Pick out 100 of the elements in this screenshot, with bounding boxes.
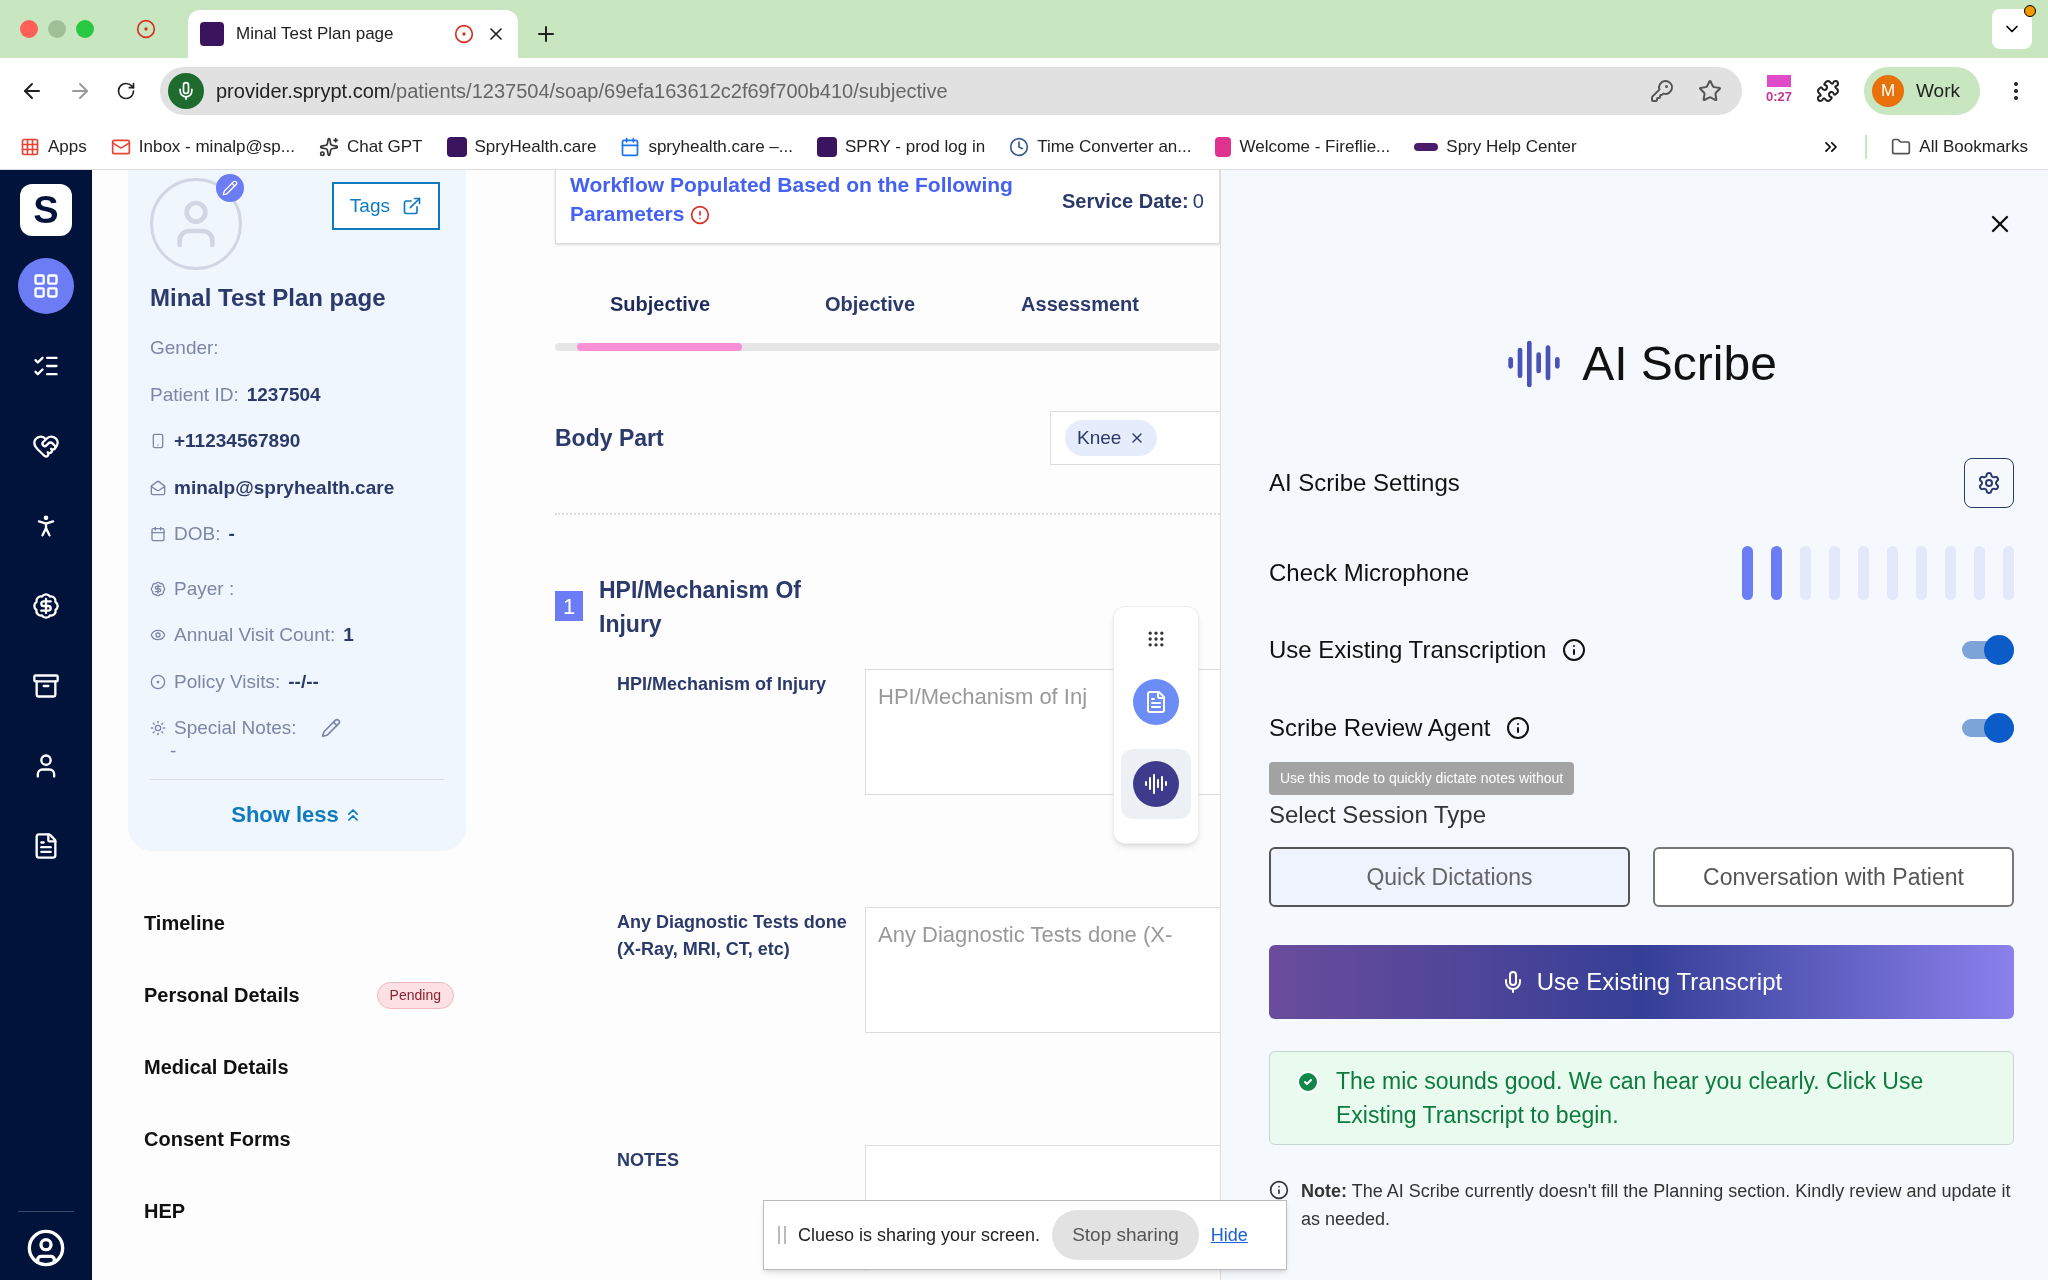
info-icon[interactable]: [1562, 638, 1587, 662]
grid-icon: [32, 272, 60, 300]
nav-link[interactable]: Timeline: [144, 908, 225, 938]
address-bar[interactable]: provider.sprypt.com/patients/1237504/soap/69efa163612c2f69f700b410/subjective: [160, 67, 1742, 115]
toggle-label: Use Existing Transcription: [1269, 635, 1547, 665]
show-less-link[interactable]: Show less: [231, 798, 363, 831]
star-icon[interactable]: [1698, 79, 1722, 103]
note-text: Note: The AI Scribe currently doesn't fill the Planning section. Kindly review and update it as needed.: [1301, 1180, 2012, 1231]
toggle-label: Scribe Review Agent: [1269, 713, 1491, 743]
session-type-label: Select Session Type: [1269, 800, 1488, 830]
visit-count: 1: [343, 623, 354, 647]
stop-sharing-button[interactable]: Stop sharing: [1052, 1210, 1199, 1260]
sun-icon: [150, 720, 166, 737]
body-part-chip: Knee: [1065, 419, 1158, 457]
service-date: 0: [1192, 189, 1204, 214]
extensions-icon[interactable]: [1816, 79, 1840, 103]
edit-avatar-icon[interactable]: [216, 174, 244, 202]
settings-label: AI Scribe Settings: [1269, 468, 1460, 498]
info-icon: [1269, 1180, 1289, 1200]
alert-icon: [690, 205, 711, 226]
field-label: HPI/Mechanism of Injury: [617, 673, 828, 696]
drag-handle-icon[interactable]: [778, 1226, 786, 1244]
archive-icon: [32, 672, 60, 700]
settings-button[interactable]: [1964, 458, 2014, 508]
soap-tab[interactable]: Assessment: [975, 289, 1185, 343]
reload-icon[interactable]: [116, 81, 136, 101]
share-message: Clueso is sharing your screen.: [798, 1223, 1041, 1247]
dob-value: -: [228, 522, 235, 546]
bookmark[interactable]: spryhealth.care –...: [620, 133, 793, 160]
toggle-switch[interactable]: [1962, 635, 2014, 665]
session-option[interactable]: Conversation with Patient: [1653, 847, 2014, 907]
tab-title: Minal Test Plan page: [236, 23, 395, 46]
scribe-button[interactable]: [1121, 749, 1191, 819]
soap-tab[interactable]: Objective: [765, 289, 975, 343]
section-number: 1: [555, 591, 583, 621]
session-option[interactable]: Quick Dictations: [1269, 847, 1630, 907]
record-icon: [454, 24, 474, 44]
drag-handle-icon[interactable]: [1146, 629, 1166, 649]
key-icon[interactable]: [1650, 79, 1674, 103]
profile-avatar: M: [1872, 75, 1904, 107]
external-link-icon: [402, 196, 422, 216]
dollar-icon: [150, 580, 166, 597]
bookmark[interactable]: Chat GPT: [318, 133, 423, 160]
patient-id: 1237504: [246, 382, 321, 407]
document-icon: [1144, 690, 1168, 714]
nav-link[interactable]: Personal Details: [144, 980, 300, 1010]
use-transcript-button[interactable]: Use Existing Transcript: [1269, 945, 2014, 1019]
special-notes-label: Special Notes:: [174, 716, 297, 740]
microphone-label: Check Microphone: [1269, 558, 1470, 588]
recording-extension[interactable]: 0:27: [1766, 75, 1792, 107]
payer-label: Payer :: [174, 576, 235, 601]
settings-icon: [1977, 471, 2001, 495]
workflow-title: Workflow Populated Based on the Following Parameters: [570, 172, 1014, 228]
special-notes-value: -: [170, 738, 178, 763]
tags-button[interactable]: Tags: [331, 182, 440, 230]
bookmark[interactable]: Apps: [20, 133, 87, 160]
folder-icon: [1891, 136, 1912, 157]
mail-icon: [150, 479, 166, 496]
edit-icon[interactable]: [320, 718, 341, 739]
hide-link[interactable]: Hide: [1210, 1221, 1248, 1249]
calendar-icon: [620, 136, 641, 157]
field-label: Any Diagnostic Tests done (X-Ray, MRI, CT, etc): [617, 911, 848, 961]
service-date-label: Service Date:: [1062, 189, 1189, 214]
bookmark[interactable]: SpryHealth.care: [446, 133, 597, 160]
account-icon[interactable]: [26, 1228, 66, 1268]
profile-button[interactable]: M Work: [1864, 67, 1980, 115]
body-part-label: Body Part: [555, 423, 664, 453]
field-label: NOTES: [617, 1149, 680, 1172]
email: minalp@spryhealth.care: [174, 475, 395, 500]
bookmark[interactable]: SPRY - prod log in: [816, 133, 986, 160]
bookmark[interactable]: Spry Help Center: [1414, 133, 1577, 160]
info-icon[interactable]: [1506, 716, 1531, 740]
profile-name: Work: [1916, 78, 1960, 103]
all-bookmarks[interactable]: All Bookmarks: [1891, 133, 2028, 160]
nav-link[interactable]: Medical Details: [144, 1052, 289, 1082]
tooltip: Use this mode to quickly dictate notes without: [1269, 762, 1575, 795]
apps-icon: [20, 136, 40, 157]
nav-link[interactable]: Consent Forms: [144, 1124, 291, 1154]
body-part-select[interactable]: Knee: [1050, 411, 1220, 465]
text-area-field[interactable]: Any Diagnostic Tests done (X-: [865, 907, 1220, 1033]
record-icon: [136, 19, 156, 39]
soap-tab[interactable]: Subjective: [555, 289, 765, 343]
bookmark[interactable]: Welcome - Fireflie...: [1215, 133, 1391, 160]
bookmark[interactable]: Time Converter an...: [1009, 133, 1192, 160]
nav-link[interactable]: HEP: [144, 1196, 186, 1226]
browser-tab[interactable]: Minal Test Plan page: [188, 10, 518, 58]
visit-count-label: Annual Visit Count:: [174, 623, 336, 647]
sidebar-nav-item[interactable]: [18, 258, 74, 314]
policy-value: --/--: [288, 669, 319, 694]
check-icon: [1296, 1070, 1320, 1094]
dob-label: DOB:: [174, 522, 221, 546]
app-logo[interactable]: S: [20, 184, 72, 236]
waveform-icon: [1144, 772, 1168, 796]
phone-number: +11234567890: [174, 429, 301, 453]
toggle-switch[interactable]: [1962, 713, 2014, 743]
sparkle-icon: [318, 136, 339, 157]
section-title: HPI/Mechanism Of Injury: [599, 576, 802, 639]
success-text: The mic sounds good. We can hear you clearly. Click Use Existing Transcript to begin.: [1336, 1067, 1925, 1130]
clock-icon: [1009, 136, 1030, 157]
bookmark[interactable]: Inbox - minalp@sp...: [110, 133, 295, 160]
